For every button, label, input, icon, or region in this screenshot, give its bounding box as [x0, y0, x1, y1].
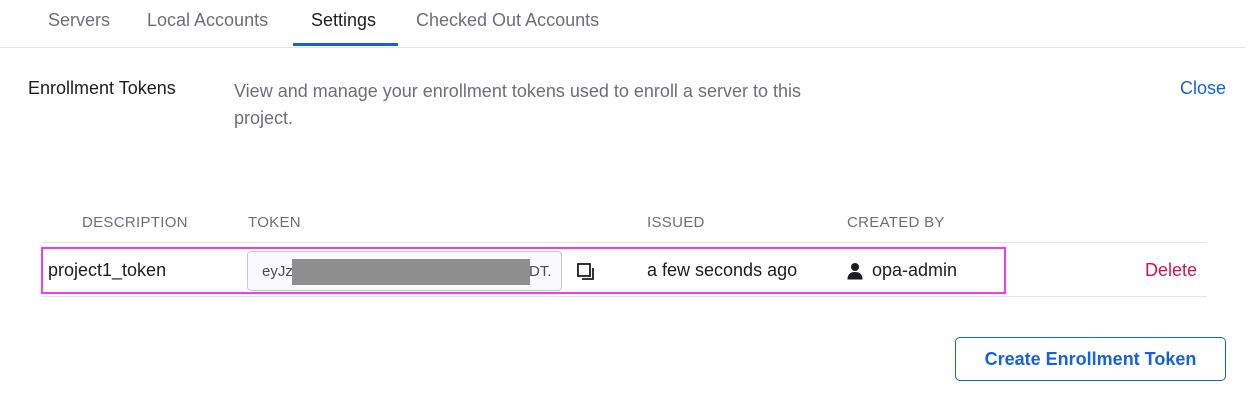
- table-row-divider: [42, 296, 1207, 297]
- create-enrollment-token-button[interactable]: Create Enrollment Token: [955, 337, 1226, 381]
- table-row-divider: [42, 242, 1207, 243]
- row-highlight: [41, 247, 1006, 294]
- tab-settings[interactable]: Settings: [311, 10, 376, 31]
- tab-local-accounts[interactable]: Local Accounts: [147, 10, 268, 31]
- tab-bar: Servers Local Accounts Settings Checked …: [0, 0, 1245, 48]
- delete-token-link[interactable]: Delete: [1145, 260, 1197, 281]
- column-header-created-by: CREATED BY: [847, 214, 945, 231]
- close-link[interactable]: Close: [1180, 78, 1226, 99]
- active-tab-indicator: [293, 43, 398, 46]
- column-header-issued: ISSUED: [647, 214, 705, 231]
- section-description: View and manage your enrollment tokens u…: [234, 81, 801, 128]
- column-header-description: DESCRIPTION: [82, 214, 188, 231]
- section-title: Enrollment Tokens: [28, 78, 176, 98]
- tab-checked-out-accounts[interactable]: Checked Out Accounts: [416, 10, 599, 31]
- tab-servers[interactable]: Servers: [48, 10, 110, 31]
- column-header-token: TOKEN: [248, 214, 301, 231]
